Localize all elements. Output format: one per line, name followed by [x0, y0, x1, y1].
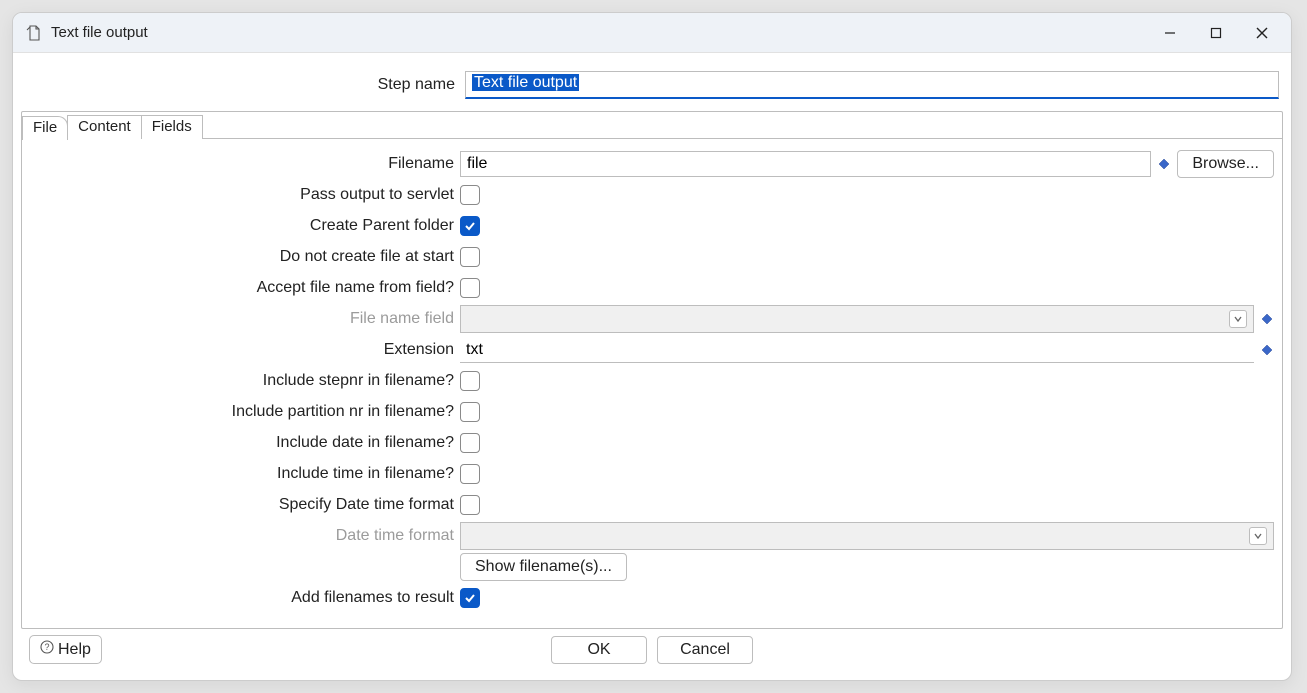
row-file-name-field: File name field: [30, 304, 1274, 334]
step-name-input[interactable]: Text file output: [465, 71, 1279, 99]
step-name-label: Step name: [25, 76, 465, 94]
add-filenames-checkbox[interactable]: [460, 588, 480, 608]
include-stepnr-checkbox[interactable]: [460, 371, 480, 391]
pass-output-checkbox[interactable]: [460, 185, 480, 205]
specify-datetime-checkbox[interactable]: [460, 495, 480, 515]
row-include-partition: Include partition nr in filename?: [30, 397, 1274, 427]
row-show-filenames: Show filename(s)...: [30, 552, 1274, 582]
minimize-button[interactable]: [1147, 16, 1193, 50]
tab-file[interactable]: File: [22, 116, 68, 140]
close-button[interactable]: [1239, 16, 1285, 50]
row-include-date: Include date in filename?: [30, 428, 1274, 458]
show-filenames-button[interactable]: Show filename(s)...: [460, 553, 627, 581]
variable-icon[interactable]: [1260, 343, 1274, 357]
row-create-parent: Create Parent folder: [30, 211, 1274, 241]
datetime-format-combo[interactable]: [460, 522, 1274, 550]
row-include-stepnr: Include stepnr in filename?: [30, 366, 1274, 396]
row-add-filenames: Add filenames to result: [30, 583, 1274, 613]
chevron-down-icon: [1249, 527, 1267, 545]
tab-fields[interactable]: Fields: [141, 115, 203, 139]
accept-filename-checkbox[interactable]: [460, 278, 480, 298]
maximize-button[interactable]: [1193, 16, 1239, 50]
row-datetime-format: Date time format: [30, 521, 1274, 551]
row-specify-datetime: Specify Date time format: [30, 490, 1274, 520]
help-button[interactable]: ? Help: [29, 635, 102, 664]
row-extension: Extension: [30, 335, 1274, 365]
tab-container: File Content Fields Filename Browse...: [21, 111, 1283, 629]
include-date-checkbox[interactable]: [460, 433, 480, 453]
dialog-footer: ? Help OK Cancel: [21, 629, 1283, 668]
cancel-button[interactable]: Cancel: [657, 636, 753, 664]
row-include-time: Include time in filename?: [30, 459, 1274, 489]
create-parent-checkbox[interactable]: [460, 216, 480, 236]
chevron-down-icon: [1229, 310, 1247, 328]
step-name-value: Text file output: [472, 74, 579, 91]
browse-button[interactable]: Browse...: [1177, 150, 1274, 178]
help-icon: ?: [40, 640, 54, 659]
row-accept-filename: Accept file name from field?: [30, 273, 1274, 303]
include-time-checkbox[interactable]: [460, 464, 480, 484]
tab-strip: File Content Fields: [22, 111, 1282, 139]
include-partition-checkbox[interactable]: [460, 402, 480, 422]
variable-icon[interactable]: [1157, 157, 1171, 171]
extension-input[interactable]: [460, 337, 1254, 363]
tab-file-panel: Filename Browse... Pass output to servle…: [22, 138, 1282, 628]
variable-icon[interactable]: [1260, 312, 1274, 326]
row-filename: Filename Browse...: [30, 149, 1274, 179]
dialog-window: Text file output Step name Text file out…: [12, 12, 1292, 681]
row-do-not-create: Do not create file at start: [30, 242, 1274, 272]
title-bar: Text file output: [13, 13, 1291, 53]
file-name-field-combo[interactable]: [460, 305, 1254, 333]
tab-content[interactable]: Content: [67, 115, 142, 139]
row-pass-output: Pass output to servlet: [30, 180, 1274, 210]
do-not-create-checkbox[interactable]: [460, 247, 480, 267]
file-output-icon: [25, 24, 43, 42]
svg-text:?: ?: [44, 642, 49, 652]
window-title: Text file output: [51, 24, 148, 41]
ok-button[interactable]: OK: [551, 636, 647, 664]
step-name-row: Step name Text file output: [25, 71, 1279, 99]
filename-input[interactable]: [460, 151, 1151, 177]
help-label: Help: [58, 641, 91, 659]
